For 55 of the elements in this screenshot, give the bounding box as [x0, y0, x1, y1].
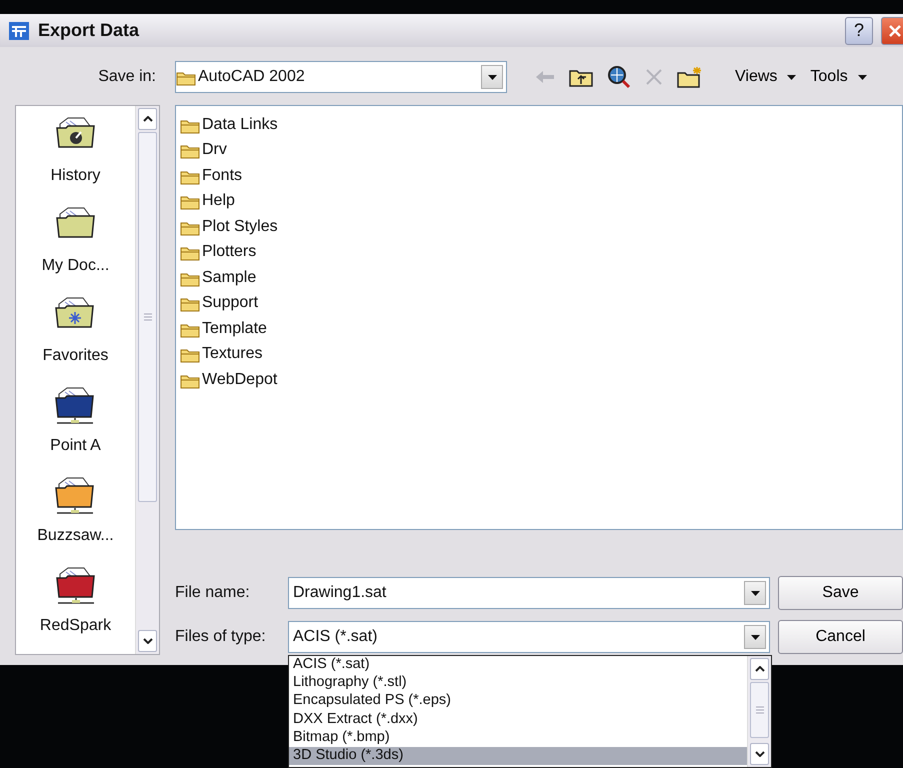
- dropdown-arrow-icon: [750, 590, 760, 596]
- scroll-up-icon[interactable]: [142, 116, 152, 122]
- dropdown-option[interactable]: ACIS (*.sat): [289, 656, 747, 674]
- places-item[interactable]: RedSpark: [40, 564, 112, 654]
- places-item[interactable]: Buzzsaw...: [37, 474, 114, 564]
- file-item[interactable]: Support: [180, 290, 258, 316]
- new-folder-icon[interactable]: [677, 66, 703, 88]
- close-icon: [888, 24, 902, 38]
- cancel-button[interactable]: Cancel: [778, 620, 903, 654]
- scrollbar[interactable]: [747, 656, 771, 767]
- file-item[interactable]: Data Links: [180, 112, 278, 138]
- file-item[interactable]: WebDepot: [180, 367, 278, 392]
- menu-button[interactable]: Views: [731, 65, 800, 89]
- dropdown-option[interactable]: Lithography (*.stl): [289, 674, 747, 692]
- places-item[interactable]: History: [50, 114, 100, 204]
- save-in-combo[interactable]: AutoCAD 2002: [175, 61, 507, 93]
- window-title: Export Data: [38, 19, 140, 42]
- help-button[interactable]: ?: [845, 16, 873, 44]
- scroll-thumb[interactable]: [138, 132, 157, 502]
- scroll-down-icon[interactable]: [754, 751, 764, 757]
- grip-icon: [756, 706, 764, 714]
- file-type-label: Files of type:: [175, 627, 267, 647]
- places-item[interactable]: My Doc...: [42, 204, 110, 294]
- scroll-down-icon[interactable]: [142, 638, 152, 644]
- file-item[interactable]: Template: [180, 316, 267, 342]
- scroll-thumb[interactable]: [750, 682, 769, 738]
- dropdown-arrow-icon: [787, 74, 796, 80]
- dropdown-arrow-icon: [488, 74, 496, 80]
- scrollbar[interactable]: [135, 106, 159, 654]
- dropdown-option[interactable]: 3D Studio (*.3ds): [289, 746, 747, 766]
- file-name-combo[interactable]: Drawing1.sat: [288, 577, 770, 609]
- file-item[interactable]: Textures: [180, 342, 262, 367]
- file-item[interactable]: Plot Styles: [180, 214, 278, 240]
- dropdown-option[interactable]: Encapsulated PS (*.eps): [289, 692, 747, 711]
- dropdown-arrow-icon: [750, 634, 760, 640]
- globe-search-icon[interactable]: [607, 65, 631, 89]
- menu-button[interactable]: Tools: [806, 65, 871, 89]
- dropdown-option[interactable]: DXX Extract (*.dxx): [289, 710, 747, 729]
- file-item[interactable]: Fonts: [180, 163, 242, 188]
- save-in-label: Save in:: [97, 67, 157, 87]
- file-type-combo[interactable]: ACIS (*.sat): [288, 621, 770, 653]
- file-item[interactable]: Plotters: [180, 240, 256, 265]
- close-button[interactable]: [881, 16, 903, 44]
- save-button[interactable]: Save: [778, 576, 903, 610]
- file-item[interactable]: Sample: [180, 265, 256, 290]
- grip-icon: [144, 313, 152, 321]
- file-item[interactable]: Help: [180, 188, 235, 214]
- file-item[interactable]: Drv: [180, 138, 227, 163]
- dropdown-arrow-icon: [858, 74, 867, 80]
- app-icon: [8, 20, 30, 40]
- file-name-label: File name:: [175, 583, 251, 603]
- places-item[interactable]: Point A: [50, 384, 101, 474]
- places-item[interactable]: Favorites: [42, 294, 108, 384]
- scroll-up-icon[interactable]: [754, 666, 764, 672]
- dropdown-option[interactable]: Bitmap (*.bmp): [289, 728, 747, 747]
